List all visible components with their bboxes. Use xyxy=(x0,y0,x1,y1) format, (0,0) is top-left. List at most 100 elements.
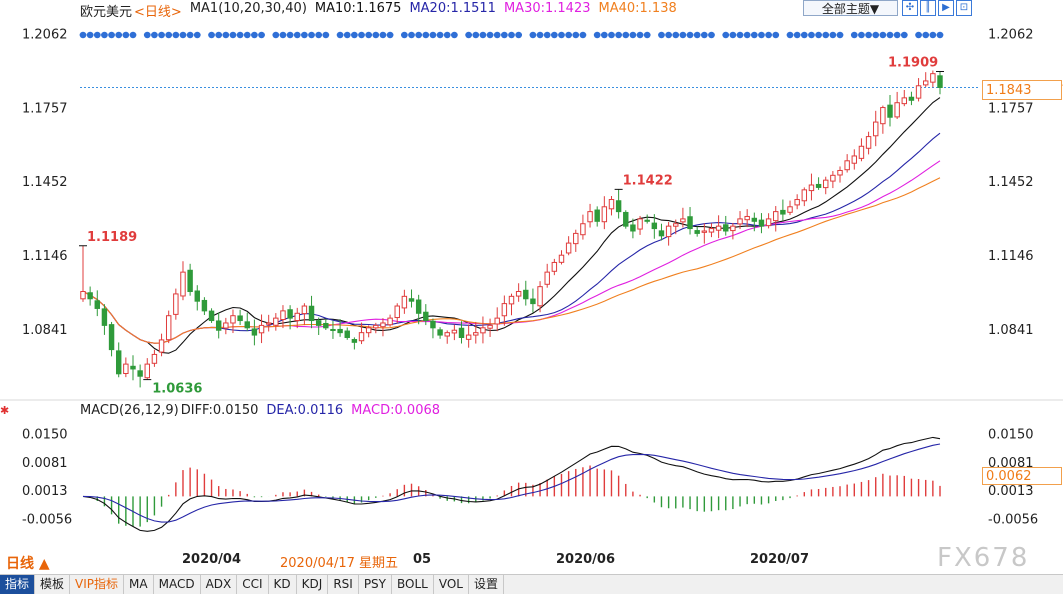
candle-body-up xyxy=(373,324,379,329)
candle-body-up xyxy=(601,206,608,223)
dot-marker xyxy=(558,31,565,39)
dot-marker xyxy=(272,31,280,39)
candle-body-down xyxy=(215,320,222,331)
tab-kdj[interactable]: KDJ xyxy=(296,575,329,594)
candle-body-down xyxy=(458,327,465,338)
play-icon[interactable]: ▶ xyxy=(938,0,954,16)
dot-marker xyxy=(865,31,872,39)
theme-dropdown[interactable]: 全部主题▼ xyxy=(803,0,898,16)
candle xyxy=(408,289,415,308)
candle xyxy=(694,226,700,237)
candle xyxy=(344,327,350,340)
tab-rsi[interactable]: RSI xyxy=(328,575,359,594)
dot-marker xyxy=(593,31,601,39)
candle-body-up xyxy=(358,332,365,342)
tab-psy[interactable]: PSY xyxy=(358,575,392,594)
candle xyxy=(787,200,793,216)
candle-body-down xyxy=(423,311,429,322)
dot-marker xyxy=(436,31,444,39)
chart-toolbar: ✣ ║ ▶ ⊡ xyxy=(902,0,972,16)
price-tick-left: 1.1146 xyxy=(22,249,68,264)
candle-body-up xyxy=(665,225,672,238)
candle xyxy=(144,358,150,380)
dot-marker xyxy=(443,31,451,39)
crosshair-marker-icon: ✱ xyxy=(0,404,10,417)
candle-body-up xyxy=(558,254,565,263)
candle xyxy=(101,304,108,335)
candle-body-up xyxy=(273,317,279,326)
dot-marker xyxy=(708,31,715,39)
tab-templates[interactable]: 模板 xyxy=(35,575,71,594)
dot-marker xyxy=(572,31,580,39)
chart-canvas: 1.1189 1.0636 1.1422 1.1909 1.2062 1.2062 1.1… xyxy=(0,27,1063,532)
candle xyxy=(623,210,629,229)
candle-body-down xyxy=(323,322,329,329)
dot-marker xyxy=(172,31,180,39)
tab-boll[interactable]: BOLL xyxy=(392,575,434,594)
candle xyxy=(330,320,336,339)
period-tag[interactable]: <日线> xyxy=(134,1,182,20)
tab-macd[interactable]: MACD xyxy=(153,575,201,594)
tab-adx[interactable]: ADX xyxy=(200,575,238,594)
dot-marker xyxy=(336,31,344,39)
candle xyxy=(930,70,936,88)
zoom-icon[interactable]: ⊡ xyxy=(956,0,972,16)
candle xyxy=(273,313,279,331)
candle xyxy=(594,206,600,227)
dot-marker xyxy=(636,31,644,39)
dot-marker xyxy=(672,31,680,39)
indicator-tab-bar: 指标 模板 VIP指标 MA MACD ADX CCI KD KDJ RSI P… xyxy=(0,574,1063,594)
candle-body-down xyxy=(815,183,822,188)
dot-marker xyxy=(286,31,294,39)
candle-body-up xyxy=(537,286,543,307)
candle xyxy=(351,337,358,350)
dot-marker xyxy=(929,31,937,39)
tab-indicators[interactable]: 指标 xyxy=(0,575,36,594)
candle xyxy=(180,261,186,301)
candle xyxy=(794,194,800,210)
candle xyxy=(865,131,872,155)
dot-marker xyxy=(386,31,394,39)
candle-body-down xyxy=(887,104,893,118)
bar-chart-icon[interactable]: ║ xyxy=(920,0,936,16)
candle xyxy=(137,364,143,388)
candle-body-up xyxy=(480,327,486,334)
dot-marker xyxy=(893,31,901,39)
candle-body-down xyxy=(337,328,343,334)
dot-marker xyxy=(186,31,194,39)
dot-marker xyxy=(765,31,772,39)
dot-marker xyxy=(422,31,430,39)
candle xyxy=(773,206,779,232)
candle-body-up xyxy=(230,315,236,324)
tab-settings[interactable]: 设置 xyxy=(468,575,504,594)
ma30-label: MA30:1.1423 xyxy=(503,1,591,16)
tab-cci[interactable]: CCI xyxy=(237,575,269,594)
dot-marker xyxy=(129,31,137,39)
tab-ma[interactable]: MA xyxy=(124,575,154,594)
candlestick-series xyxy=(80,70,943,388)
candle xyxy=(394,303,400,324)
tab-vip-indicators[interactable]: VIP指标 xyxy=(70,575,125,594)
candle-body-up xyxy=(551,261,558,272)
price-tick-left: 1.0841 xyxy=(22,323,68,338)
candle-body-up xyxy=(915,85,922,99)
candle-body-down xyxy=(330,328,336,331)
macd-tick-right: 0.0013 xyxy=(988,484,1034,499)
candle xyxy=(123,357,129,378)
candle xyxy=(608,196,615,216)
candle-body-up xyxy=(744,215,750,221)
tab-kd[interactable]: KD xyxy=(268,575,297,594)
candle xyxy=(194,285,200,311)
price-tick-right: 1.0841 xyxy=(988,323,1034,338)
crosshair-icon[interactable]: ✣ xyxy=(902,0,918,16)
candle-body-up xyxy=(280,310,286,321)
period-selector[interactable]: 日线 ▲ xyxy=(6,553,50,573)
dot-marker xyxy=(229,31,237,39)
dot-marker xyxy=(729,31,737,39)
dot-marker xyxy=(472,31,480,39)
dot-marker xyxy=(608,31,615,39)
tab-vol[interactable]: VOL xyxy=(433,575,469,594)
macd-tick-right: 0.0150 xyxy=(988,427,1034,442)
dot-marker xyxy=(858,31,865,39)
dot-marker xyxy=(622,31,630,39)
